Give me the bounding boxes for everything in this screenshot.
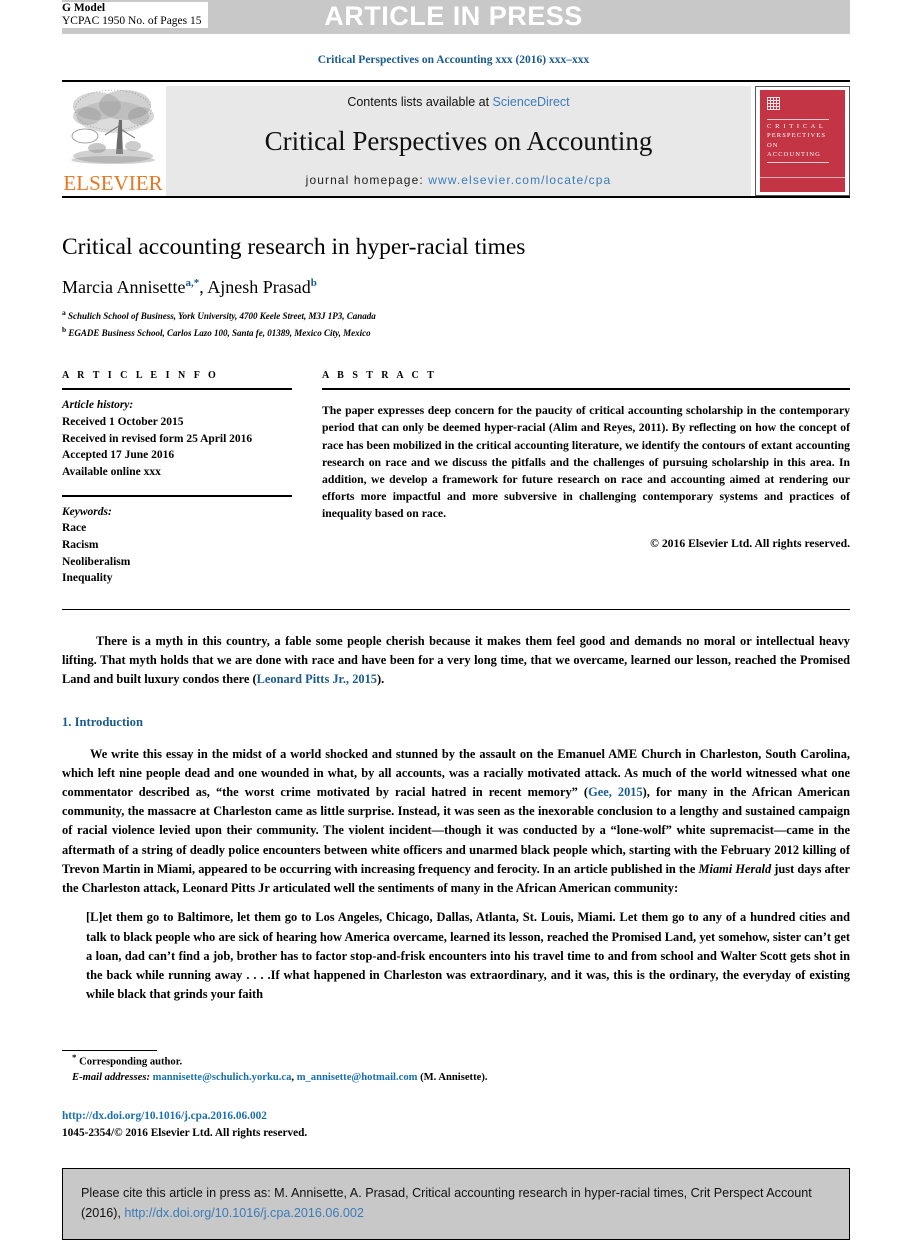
- paragraph-intro-1: We write this essay in the midst of a wo…: [62, 745, 850, 899]
- g-model-label: G Model: [62, 2, 106, 14]
- blockquote-pitts: [L]et them go to Baltimore, let them go …: [86, 910, 850, 1002]
- section-heading-introduction: 1. Introduction: [62, 714, 143, 729]
- authors-text: Marcia Annisettea,*, Ajnesh Prasadb: [62, 277, 317, 298]
- doi-block: http://dx.doi.org/10.1016/j.cpa.2016.06.…: [62, 1108, 850, 1142]
- affiliation-text-a: Schulich School of Business, York Univer…: [68, 311, 376, 322]
- abstract-rule: [322, 388, 850, 391]
- journal-masthead: ELSEVIER Contents lists available at Sci…: [62, 80, 850, 196]
- email-link-primary[interactable]: mannisette@schulich.yorku.ca: [153, 1072, 292, 1083]
- elsevier-logo: ELSEVIER: [62, 86, 164, 196]
- article-history-block: Article history: Received 1 October 2015…: [62, 397, 292, 480]
- keyword-item: Race: [62, 522, 87, 535]
- corresponding-author-note: * Corresponding author.: [72, 1051, 850, 1070]
- g-model-block: G Model YCPAC 1950 No. of Pages 15: [62, 2, 208, 29]
- issn-copyright-line: 1045-2354/© 2016 Elsevier Ltd. All right…: [62, 1127, 308, 1140]
- article-info-column: A R T I C L E I N F O Article history: R…: [62, 370, 322, 587]
- citation-link-gee[interactable]: Gee, 2015: [588, 785, 643, 799]
- cover-publisher-mark-icon: [767, 97, 780, 110]
- abstract-heading: A B S T R A C T: [322, 370, 437, 382]
- page-footer: * Corresponding author. E-mail addresses…: [62, 1050, 850, 1142]
- epigraph: There is a myth in this country, a fable…: [62, 632, 850, 690]
- cover-bottom-rule: [760, 177, 845, 178]
- abstract-column: A B S T R A C T The paper expresses deep…: [322, 370, 850, 587]
- corresponding-author-text: Corresponding author.: [79, 1056, 183, 1068]
- homepage-prefix: journal homepage:: [305, 173, 429, 187]
- masthead-bottom-rule: [62, 196, 850, 198]
- elsevier-wordmark: ELSEVIER: [63, 171, 163, 195]
- affiliation-a: a Schulich School of Business, York Univ…: [62, 307, 850, 324]
- journal-name-italic: Miami Herald: [698, 861, 772, 876]
- cite-this-article-text: Please cite this article in press as: M.…: [81, 1184, 831, 1223]
- affiliation-b: b EGADE Business School, Carlos Lazo 100…: [62, 324, 850, 341]
- homepage-link[interactable]: www.elsevier.com/locate/cpa: [428, 173, 611, 187]
- cover-title-line-3: ON ACCOUNTING: [767, 141, 821, 159]
- history-item: Available online xxx: [62, 465, 161, 478]
- contents-prefix: Contents lists available at: [347, 95, 493, 109]
- epigraph-text-1: There is a myth in this country, a fable…: [62, 633, 850, 687]
- email-owner-name: (M. Annisette).: [417, 1072, 488, 1084]
- cover-title-text: C R I T I C A L PERSPECTIVES ON ACCOUNTI…: [767, 119, 829, 163]
- affiliation-marker-b: b: [62, 324, 67, 334]
- article-in-press-banner: G Model YCPAC 1950 No. of Pages 15 ARTIC…: [0, 0, 907, 34]
- author-list: Marcia Annisettea,*, Ajnesh Prasadb: [62, 277, 850, 298]
- corresponding-author-marker: *: [72, 1052, 77, 1062]
- affiliation-marker-a: a: [62, 308, 66, 318]
- cover-art: C R I T I C A L PERSPECTIVES ON ACCOUNTI…: [760, 90, 845, 192]
- journal-title: Critical Perspectives on Accounting: [264, 125, 653, 156]
- article-content: Critical accounting research in hyper-ra…: [62, 233, 850, 1004]
- email-link-secondary[interactable]: m_annisette@hotmail.com: [297, 1072, 418, 1083]
- keywords-rule: [62, 494, 292, 497]
- cover-title-line-1: C R I T I C A L: [767, 123, 824, 130]
- abstract-copyright: © 2016 Elsevier Ltd. All rights reserved…: [650, 536, 850, 550]
- contents-lists-line: Contents lists available at ScienceDirec…: [347, 95, 569, 109]
- history-item: Received in revised form 25 April 2016: [62, 432, 253, 445]
- email-addresses-label: E-mail addresses:: [72, 1072, 150, 1084]
- manuscript-id: YCPAC 1950 No. of Pages 15: [62, 15, 202, 28]
- journal-homepage-line: journal homepage: www.elsevier.com/locat…: [306, 173, 612, 187]
- email-addresses-note: E-mail addresses: mannisette@schulich.yo…: [72, 1070, 850, 1086]
- sciencedirect-link[interactable]: ScienceDirect: [493, 95, 570, 109]
- keywords-label: Keywords:: [62, 505, 112, 518]
- epigraph-text-2: ).: [377, 672, 385, 687]
- body-top-rule: [62, 608, 850, 610]
- history-item: Accepted 17 June 2016: [62, 449, 175, 462]
- keyword-item: Inequality: [62, 572, 113, 585]
- keyword-item: Neoliberalism: [62, 555, 131, 568]
- journal-header-box: Contents lists available at ScienceDirec…: [166, 86, 751, 196]
- page-title: Critical accounting research in hyper-ra…: [62, 234, 526, 260]
- running-head: Critical Perspectives on Accounting xxx …: [317, 54, 590, 66]
- affiliation-text-b: EGADE Business School, Carlos Lazo 100, …: [68, 327, 371, 338]
- keywords-block: Keywords: Race Racism Neoliberalism Ineq…: [62, 504, 292, 587]
- epigraph-citation-link[interactable]: Leonard Pitts Jr., 2015: [257, 672, 377, 686]
- cover-title-line-2: PERSPECTIVES: [767, 132, 827, 140]
- article-info-rule: [62, 388, 292, 391]
- doi-link[interactable]: http://dx.doi.org/10.1016/j.cpa.2016.06.…: [62, 1108, 850, 1125]
- abstract-text: The paper expresses deep concern for the…: [322, 404, 850, 521]
- history-item: Received 1 October 2015: [62, 415, 184, 428]
- cite-doi-link[interactable]: http://dx.doi.org/10.1016/j.cpa.2016.06.…: [124, 1206, 363, 1220]
- article-history-label: Article history:: [62, 399, 134, 412]
- elsevier-tree-icon: [67, 86, 159, 172]
- info-abstract-area: A R T I C L E I N F O Article history: R…: [62, 370, 850, 587]
- keyword-item: Racism: [62, 538, 99, 551]
- affiliations: a Schulich School of Business, York Univ…: [62, 307, 850, 340]
- article-info-heading: A R T I C L E I N F O: [62, 370, 219, 382]
- cite-this-article-box: Please cite this article in press as: M.…: [62, 1168, 850, 1240]
- journal-cover-thumbnail[interactable]: C R I T I C A L PERSPECTIVES ON ACCOUNTI…: [755, 86, 850, 196]
